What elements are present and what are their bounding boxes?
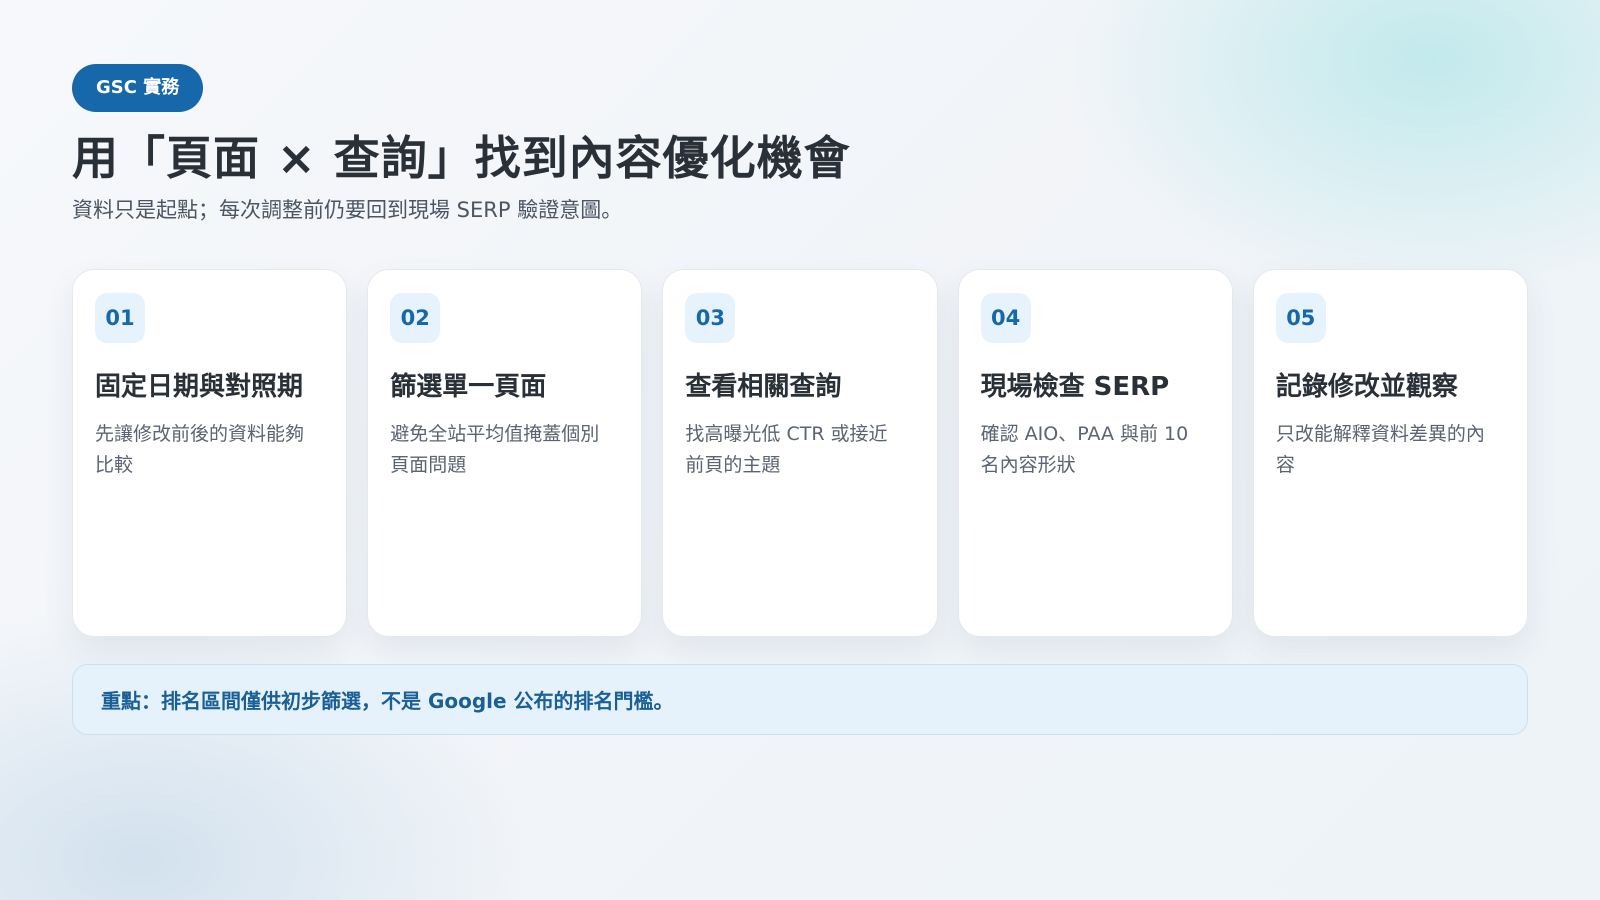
step-number: 02 [390,293,441,343]
page-subtitle: 資料只是起點；每次調整前仍要回到現場 SERP 驗證意圖。 [72,198,623,222]
step-title: 記錄修改並觀察 [1275,372,1458,402]
step-description: 找高曝光低 CTR 或接近前頁的主題 [685,423,888,476]
step-card: 02 篩選單一頁面 避免全站平均值掩蓋個別頁面問題 [367,269,643,637]
step-card: 05 記錄修改並觀察 只改能解釋資料差異的內容 [1252,269,1529,637]
step-title: 查看相關查詢 [685,372,842,402]
step-description: 確認 AIO、PAA 與前 10 名內容形狀 [980,423,1189,476]
step-cards: 01 固定日期與對照期 先讓修改前後的資料能夠比較 02 篩選單一頁面 避免全站… [72,269,1529,637]
step-number: 01 [95,293,145,343]
step-number: 04 [980,293,1031,343]
step-card: 04 現場檢查 SERP 確認 AIO、PAA 與前 10 名內容形狀 [957,269,1233,637]
step-title: 現場檢查 SERP [980,372,1170,402]
section-tag: GSC 實務 [72,64,204,112]
step-description: 避免全站平均值掩蓋個別頁面問題 [390,423,600,476]
step-description: 先讓修改前後的資料能夠比較 [95,423,305,476]
step-number: 05 [1275,293,1326,343]
step-number: 03 [685,293,736,343]
step-title: 固定日期與對照期 [95,372,304,402]
step-title: 篩選單一頁面 [390,372,547,402]
step-card: 01 固定日期與對照期 先讓修改前後的資料能夠比較 [72,269,348,637]
page-title: 用「頁面 × 查詢」找到內容優化機會 [72,131,851,185]
step-description: 只改能解釋資料差異的內容 [1275,423,1485,476]
key-point-callout: 重點：排名區間僅供初步篩選，不是 Google 公布的排名門檻。 [72,664,1528,735]
step-card: 03 查看相關查詢 找高曝光低 CTR 或接近前頁的主題 [662,269,938,637]
